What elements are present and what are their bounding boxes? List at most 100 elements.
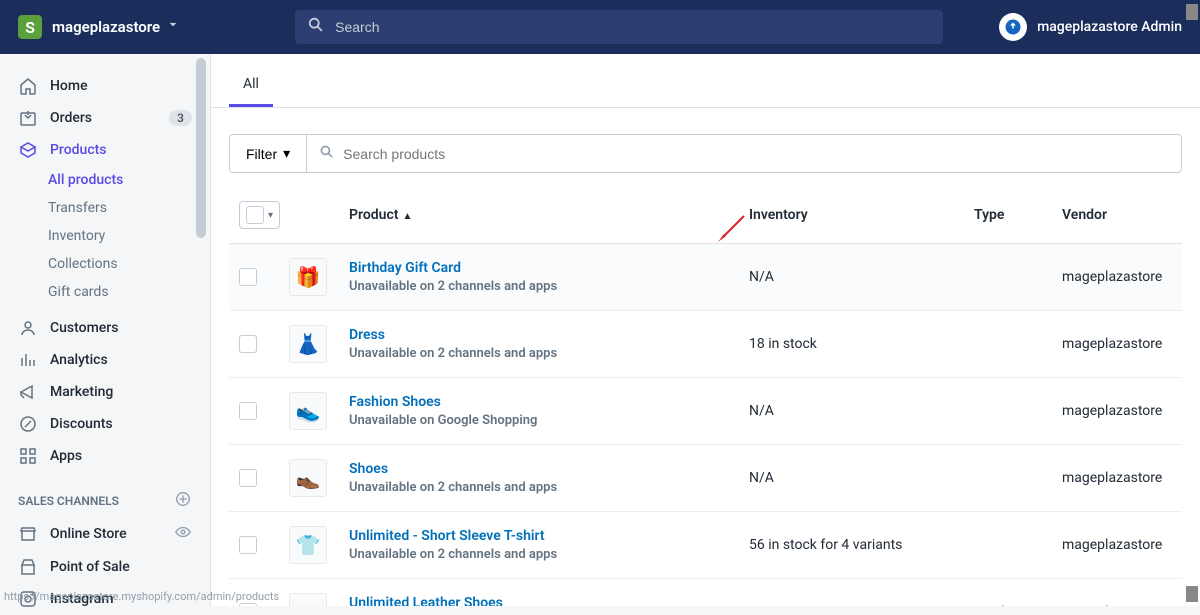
- browser-scroll-up[interactable]: [1186, 4, 1198, 20]
- sort-asc-icon: ▲: [402, 211, 412, 222]
- product-link[interactable]: Shoes: [349, 461, 749, 477]
- store-name[interactable]: mageplazastore: [52, 18, 160, 36]
- vendor-cell: mageplazastore: [1062, 470, 1182, 486]
- home-icon: [18, 76, 38, 96]
- row-checkbox[interactable]: [239, 335, 257, 353]
- products-table: ▾ Product ▲ Inventory Type Vendor 🎁 Birthd…: [229, 193, 1182, 606]
- sidebar-item-analytics[interactable]: Analytics: [0, 344, 210, 376]
- row-checkbox[interactable]: [239, 268, 257, 286]
- table-row[interactable]: 👕 Unlimited - Short Sleeve T-shirt Unavail…: [229, 512, 1182, 579]
- product-thumbnail: 👕: [289, 526, 327, 564]
- sidebar-item-apps[interactable]: Apps: [0, 440, 210, 472]
- eye-icon[interactable]: [174, 523, 192, 545]
- orders-icon: [18, 108, 38, 128]
- product-thumbnail: 👗: [289, 325, 327, 363]
- customers-icon: [18, 318, 38, 338]
- sidebar-item-customers[interactable]: Customers: [0, 312, 210, 344]
- sidebar: Home Orders 3 Products All products Tran…: [0, 54, 211, 606]
- row-checkbox[interactable]: [239, 469, 257, 487]
- caret-down-icon: ▾: [283, 145, 290, 162]
- admin-name[interactable]: mageplazastore Admin: [1037, 19, 1182, 35]
- sidebar-item-home[interactable]: Home: [0, 70, 210, 102]
- global-search[interactable]: [295, 10, 943, 44]
- admin-avatar[interactable]: [999, 13, 1027, 41]
- search-icon: [319, 144, 335, 164]
- sales-channels-header: SALES CHANNELS: [0, 472, 210, 517]
- table-row[interactable]: 🎁 Birthday Gift Card Unavailable on 2 chan…: [229, 244, 1182, 311]
- inventory-cell: N/A: [749, 269, 974, 285]
- sidebar-item-products[interactable]: Products: [0, 134, 210, 166]
- sidebar-item-discounts[interactable]: Discounts: [0, 408, 210, 440]
- pos-icon: [18, 557, 38, 577]
- table-row[interactable]: 👟 Fashion Shoes Unavailable on Google Shop…: [229, 378, 1182, 445]
- product-search-input[interactable]: [343, 136, 1169, 172]
- sidebar-label: Apps: [50, 448, 82, 464]
- tabs: All: [211, 66, 1200, 108]
- row-checkbox[interactable]: [239, 536, 257, 554]
- browser-scroll-down[interactable]: [1186, 586, 1198, 602]
- store-icon: [18, 524, 38, 544]
- select-all-checkbox[interactable]: [246, 206, 264, 224]
- product-thumbnail: 🎁: [289, 258, 327, 296]
- chevron-down-icon[interactable]: [166, 18, 180, 36]
- global-search-input[interactable]: [335, 19, 931, 35]
- main-content: All Filter ▾ ▾ Product ▲: [211, 54, 1200, 606]
- product-link[interactable]: Unlimited - Short Sleeve T-shirt: [349, 528, 749, 544]
- sidebar-label: Discounts: [50, 416, 113, 432]
- select-all-dropdown[interactable]: ▾: [239, 201, 280, 229]
- sidebar-sub-all-products[interactable]: All products: [0, 166, 210, 194]
- sidebar-scrollbar[interactable]: [196, 58, 206, 238]
- table-row[interactable]: 👞Unlimited Leather ShoesUnavailable on 2…: [229, 579, 1182, 606]
- product-availability: Unavailable on Google Shopping: [349, 413, 749, 428]
- vendor-cell: mageplazastore: [1062, 403, 1182, 419]
- filter-row: Filter ▾: [229, 134, 1182, 173]
- shopify-logo-icon: S: [18, 15, 42, 39]
- caret-down-icon: ▾: [268, 210, 273, 221]
- product-availability: Unavailable on 2 channels and apps: [349, 480, 749, 495]
- product-link[interactable]: Birthday Gift Card: [349, 260, 749, 276]
- sidebar-label: Orders: [50, 110, 92, 126]
- filter-button[interactable]: Filter ▾: [230, 135, 307, 172]
- sidebar-sub-inventory[interactable]: Inventory: [0, 222, 210, 250]
- header-type[interactable]: Type: [974, 207, 1004, 223]
- tab-all[interactable]: All: [229, 66, 273, 107]
- add-channel-icon[interactable]: [174, 490, 192, 511]
- table-row[interactable]: 👞 Shoes Unavailable on 2 channels and apps…: [229, 445, 1182, 512]
- product-availability: Unavailable on 2 channels and apps: [349, 547, 749, 562]
- vendor-cell: mageplazastore: [1062, 269, 1182, 285]
- vendor-cell: mageplazastore: [1062, 336, 1182, 352]
- product-link[interactable]: Dress: [349, 327, 749, 343]
- inventory-cell: N/A: [749, 470, 974, 486]
- discounts-icon: [18, 414, 38, 434]
- header-inventory[interactable]: Inventory: [749, 207, 808, 223]
- sidebar-item-orders[interactable]: Orders 3: [0, 102, 210, 134]
- analytics-icon: [18, 350, 38, 370]
- product-link[interactable]: Fashion Shoes: [349, 394, 749, 410]
- sidebar-label: Customers: [50, 320, 118, 336]
- sidebar-label: Marketing: [50, 384, 113, 400]
- header-product[interactable]: Product: [349, 207, 398, 223]
- product-thumbnail: 👟: [289, 392, 327, 430]
- row-checkbox[interactable]: [239, 402, 257, 420]
- sidebar-label: Analytics: [50, 352, 108, 368]
- sidebar-sub-gift-cards[interactable]: Gift cards: [0, 278, 210, 306]
- header-vendor[interactable]: Vendor: [1062, 207, 1107, 223]
- sidebar-item-marketing[interactable]: Marketing: [0, 376, 210, 408]
- table-row[interactable]: 👗 Dress Unavailable on 2 channels and apps…: [229, 311, 1182, 378]
- channel-label: Online Store: [50, 526, 127, 542]
- product-thumbnail: 👞: [289, 593, 327, 606]
- vendor-cell: mageplazastore: [1062, 537, 1182, 553]
- product-thumbnail: 👞: [289, 459, 327, 497]
- sidebar-sub-transfers[interactable]: Transfers: [0, 194, 210, 222]
- orders-badge: 3: [169, 110, 192, 126]
- product-availability: Unavailable on 2 channels and apps: [349, 279, 749, 294]
- product-availability: Unavailable on 2 channels and apps: [349, 346, 749, 361]
- product-link[interactable]: Unlimited Leather Shoes: [349, 595, 749, 606]
- search-icon: [307, 16, 325, 38]
- product-search[interactable]: [307, 135, 1181, 172]
- channel-point-of-sale[interactable]: Point of Sale: [0, 551, 210, 583]
- channel-online-store[interactable]: Online Store: [0, 517, 210, 551]
- marketing-icon: [18, 382, 38, 402]
- inventory-cell: 18 in stock: [749, 336, 974, 352]
- sidebar-sub-collections[interactable]: Collections: [0, 250, 210, 278]
